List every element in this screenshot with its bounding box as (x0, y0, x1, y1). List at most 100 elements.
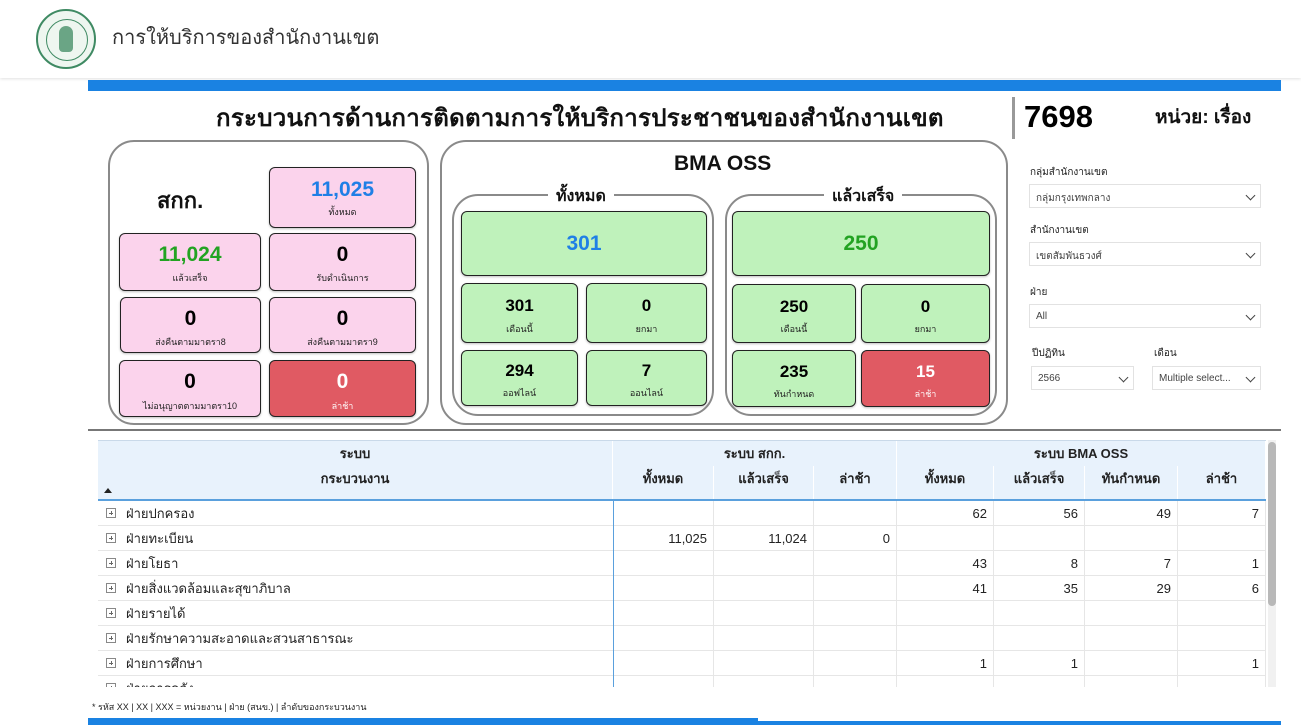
value-cell (613, 626, 714, 651)
department-value: All (1036, 311, 1048, 322)
process-name: ฝ่ายโยธา (126, 556, 179, 571)
month-select[interactable]: Multiple select... (1152, 366, 1261, 390)
process-name-cell: ฝ่ายการศึกษา (98, 651, 613, 676)
header-sakk-late[interactable]: ล่าช้า (814, 466, 897, 499)
header-system: ระบบ (98, 441, 613, 466)
bma-done-late-card[interactable]: 15 ล่าช้า (861, 350, 990, 407)
bma-done-carry-label: ยกมา (914, 324, 937, 334)
value-cell: 8 (994, 551, 1085, 576)
expand-plus-icon[interactable] (106, 508, 116, 518)
header-bma-late[interactable]: ล่าช้า (1178, 466, 1266, 499)
value-cell: 6 (1178, 576, 1266, 601)
district-select[interactable]: เขตสัมพันธวงศ์ (1029, 242, 1261, 266)
sakk-late-value: 0 (336, 370, 349, 393)
process-name: ฝ่ายรักษาความสะอาดและสวนสาธารณะ (126, 631, 354, 646)
table-row[interactable]: ฝ่ายรายได้ (98, 601, 1266, 626)
bma-done-month-card[interactable]: 250 เดือนนี้ (732, 284, 856, 343)
bma-all-carry-card[interactable]: 0 ยกมา (586, 283, 707, 343)
value-cell: 1 (1178, 651, 1266, 676)
bma-done-month-label: เดือนนี้ (780, 324, 808, 334)
sakk-return8-card[interactable]: 0 ส่งคืนตามมาตรา8 (120, 297, 261, 353)
value-cell (814, 551, 897, 576)
table-row[interactable]: ฝ่ายรักษาความสะอาดและสวนสาธารณะ (98, 626, 1266, 651)
value-cell (714, 626, 814, 651)
table-scrollbar-thumb[interactable] (1268, 442, 1276, 606)
bma-done-carry-card[interactable]: 0 ยกมา (861, 284, 990, 343)
table-row[interactable]: ฝ่ายการศึกษา 1 1 1 (98, 651, 1266, 676)
value-cell (613, 601, 714, 626)
bma-done-total-card[interactable]: 250 (732, 211, 990, 276)
process-name: ฝ่ายการคลัง (126, 681, 194, 687)
value-cell (714, 576, 814, 601)
value-cell (613, 501, 714, 526)
table-row[interactable]: ฝ่ายปกครอง 62 56 49 7 (98, 501, 1266, 526)
bma-all-online-card[interactable]: 7 ออนไลน์ (586, 350, 707, 406)
bma-all-offline-value: 294 (505, 361, 534, 380)
value-cell (1085, 651, 1178, 676)
process-name-cell: ฝ่ายปกครอง (98, 501, 613, 526)
value-cell (897, 676, 994, 687)
expand-plus-icon[interactable] (106, 583, 116, 593)
value-cell: 7 (1178, 501, 1266, 526)
value-cell (814, 676, 897, 687)
sakk-late-card[interactable]: 0 ล่าช้า (269, 360, 416, 417)
chevron-down-icon (1245, 190, 1256, 201)
department-select[interactable]: All (1029, 304, 1261, 328)
bma-all-total-card[interactable]: 301 (461, 211, 707, 276)
bma-all-carry-value: 0 (641, 296, 652, 315)
table-row[interactable]: ฝ่ายการคลัง (98, 676, 1266, 687)
expand-plus-icon[interactable] (106, 558, 116, 568)
expand-plus-icon[interactable] (106, 608, 116, 618)
value-cell: 43 (897, 551, 994, 576)
sakk-done-card[interactable]: 11,024 แล้วเสร็จ (119, 233, 261, 291)
header-process[interactable]: กระบวนงาน (98, 466, 613, 499)
value-cell: 49 (1085, 501, 1178, 526)
district-label: สำนักงานเขต (1030, 225, 1089, 236)
header-bma-done[interactable]: แล้วเสร็จ (994, 466, 1085, 499)
bma-done-legend: แล้วเสร็จ (824, 184, 903, 209)
bma-all-offline-card[interactable]: 294 ออฟไลน์ (461, 350, 578, 406)
sort-ascending-icon[interactable] (104, 488, 112, 493)
header-bma-ontime[interactable]: ทันกำหนด (1085, 466, 1178, 499)
value-cell (897, 526, 994, 551)
bma-all-month-card[interactable]: 301 เดือนนี้ (461, 283, 578, 343)
value-cell (1085, 676, 1178, 687)
expand-plus-icon[interactable] (106, 658, 116, 668)
value-cell (714, 501, 814, 526)
district-group-label: กลุ่มสำนักงานเขต (1030, 167, 1108, 178)
table-row[interactable]: ฝ่ายโยธา 43 8 7 1 (98, 551, 1266, 576)
expand-plus-icon[interactable] (106, 533, 116, 543)
table-row[interactable]: ฝ่ายสิ่งแวดล้อมและสุขาภิบาล 41 35 29 6 (98, 576, 1266, 601)
sakk-total-value: 11,025 (310, 178, 375, 201)
process-name-cell: ฝ่ายสิ่งแวดล้อมและสุขาภิบาล (98, 576, 613, 601)
chevron-down-icon (1245, 372, 1256, 383)
expand-plus-icon[interactable] (106, 633, 116, 643)
sakk-accepted-card[interactable]: 0 รับดำเนินการ (269, 233, 416, 291)
header-sakk-done[interactable]: แล้วเสร็จ (714, 466, 814, 499)
district-group-select[interactable]: กลุ่มกรุงเทพกลาง (1029, 184, 1261, 208)
value-cell: 29 (1085, 576, 1178, 601)
value-cell (1178, 626, 1266, 651)
bma-done-ontime-card[interactable]: 235 ทันกำหนด (732, 350, 856, 407)
year-label: ปีปฏิทิน (1032, 348, 1065, 359)
header-sakk-total[interactable]: ทั้งหมด (613, 466, 714, 499)
expand-plus-icon[interactable] (106, 683, 116, 687)
footnote: * รหัส XX | XX | XXX = หน่วยงาน | ฝ่าย (… (92, 702, 367, 712)
value-cell (714, 551, 814, 576)
value-cell (994, 526, 1085, 551)
process-name-cell: ฝ่ายทะเบียน (98, 526, 613, 551)
header-bma-total[interactable]: ทั้งหมด (897, 466, 994, 499)
value-cell: 11,024 (714, 526, 814, 551)
sakk-total-card[interactable]: 11,025 ทั้งหมด (269, 167, 416, 228)
value-cell: 35 (994, 576, 1085, 601)
sakk-return9-value: 0 (336, 307, 349, 330)
year-select[interactable]: 2566 (1031, 366, 1134, 390)
process-name-cell: ฝ่ายรักษาความสะอาดและสวนสาธารณะ (98, 626, 613, 651)
process-name: ฝ่ายปกครอง (126, 506, 195, 521)
sakk-return9-card[interactable]: 0 ส่งคืนตามมาตรา9 (269, 297, 416, 353)
header-bma-system: ระบบ BMA OSS (897, 441, 1266, 466)
sakk-deny10-card[interactable]: 0 ไม่อนุญาตตามมาตรา10 (119, 360, 261, 417)
value-cell (1085, 601, 1178, 626)
bma-done-ontime-value: 235 (779, 362, 809, 381)
table-row[interactable]: ฝ่ายทะเบียน 11,025 11,024 0 (98, 526, 1266, 551)
